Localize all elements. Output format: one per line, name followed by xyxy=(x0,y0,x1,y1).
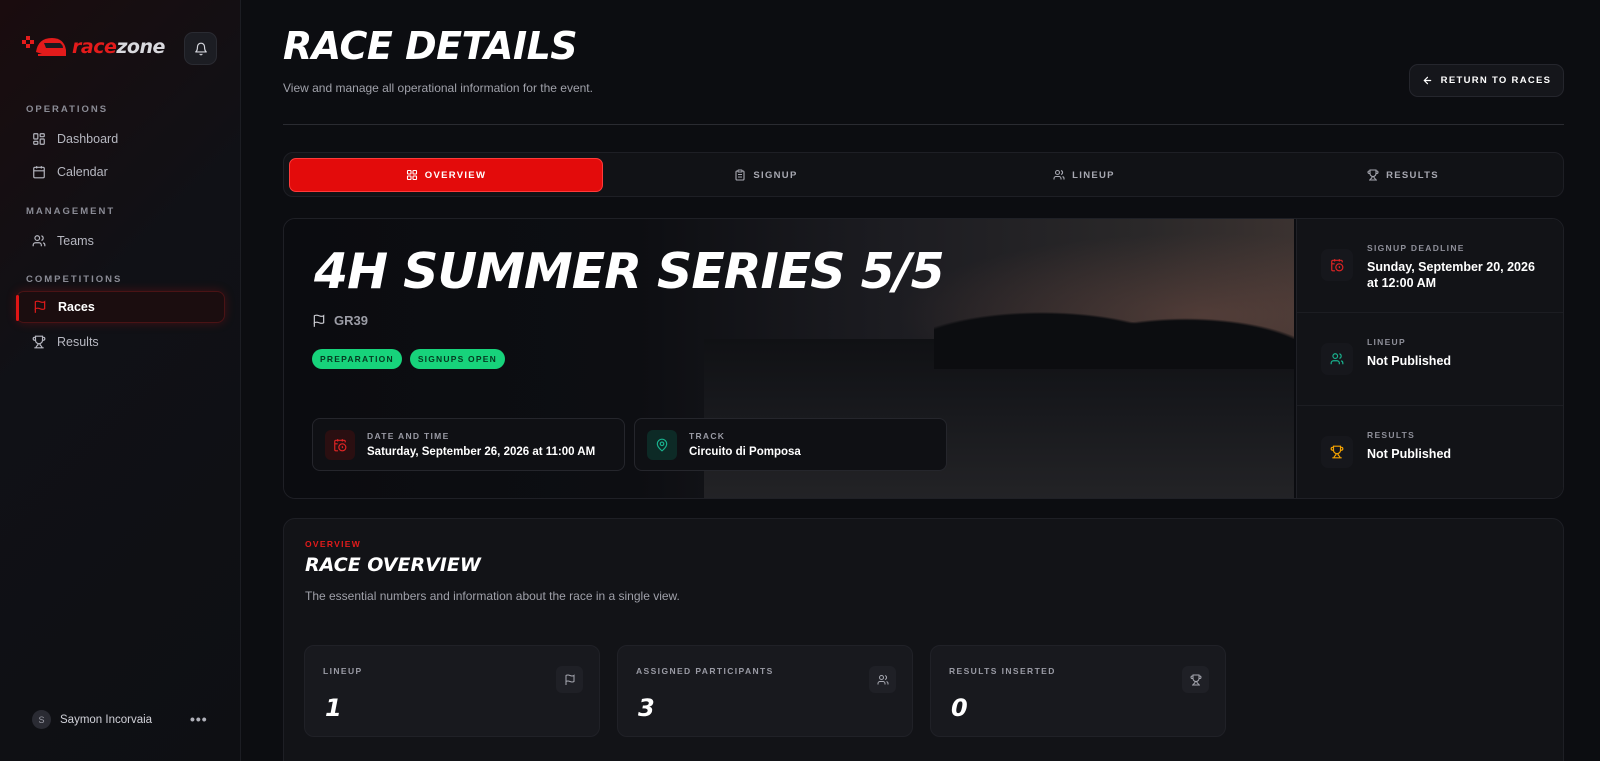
users-icon xyxy=(1321,343,1353,375)
race-title: 4H SUMMER SERIES 5/5 xyxy=(314,243,945,300)
notifications-button[interactable] xyxy=(184,32,217,65)
bell-icon xyxy=(194,42,207,55)
calendar-icon xyxy=(33,166,45,179)
sidebar-item-label: Dashboard xyxy=(57,132,119,146)
lineup-status-label: LINEUP xyxy=(1367,337,1406,347)
page-title: RACE DETAILS xyxy=(283,24,578,68)
users-icon xyxy=(32,235,46,247)
user-profile[interactable]: S Saymon Incorvaia xyxy=(32,710,152,729)
stat-label: LINEUP xyxy=(323,666,363,676)
trophy-icon xyxy=(1321,436,1353,468)
car-class-label: GR39 xyxy=(334,313,368,328)
flag-icon xyxy=(313,313,325,327)
sidebar-item-results[interactable]: Results xyxy=(16,326,225,358)
race-hero-card: 4H SUMMER SERIES 5/5 GR39 PREPARATION SI… xyxy=(283,218,1564,499)
user-menu-button[interactable]: ••• xyxy=(190,711,208,727)
results-status-label: RESULTS xyxy=(1367,430,1416,440)
sidebar-item-label: Races xyxy=(58,300,95,314)
return-to-races-button[interactable]: RETURN TO RACES xyxy=(1409,64,1564,97)
section-label-management: MANAGEMENT xyxy=(26,206,116,217)
tab-bar: OVERVIEW SIGNUP LINEUP RESULTS xyxy=(283,152,1564,197)
stat-card-lineup: LINEUP 1 xyxy=(304,645,600,737)
avatar: S xyxy=(32,710,51,729)
race-overview-section: OVERVIEW RACE OVERVIEW The essential num… xyxy=(283,518,1564,761)
sidebar-item-dashboard[interactable]: Dashboard xyxy=(16,123,225,155)
header-divider xyxy=(283,124,1564,125)
sidebar-item-label: Teams xyxy=(57,234,94,248)
sidebar-item-races[interactable]: Races xyxy=(16,291,225,323)
tab-overview[interactable]: OVERVIEW xyxy=(289,158,603,192)
lineup-status-row: LINEUP Not Published xyxy=(1297,312,1563,405)
tab-label: OVERVIEW xyxy=(424,169,487,181)
arrow-left-icon xyxy=(1423,76,1431,85)
tab-results[interactable]: RESULTS xyxy=(1246,158,1560,192)
car-class: GR39 xyxy=(312,313,368,328)
tab-lineup[interactable]: LINEUP xyxy=(927,158,1241,192)
sidebar-item-teams[interactable]: Teams xyxy=(16,225,225,257)
stat-label: ASSIGNED PARTICIPANTS xyxy=(636,666,774,676)
stat-label: RESULTS INSERTED xyxy=(949,666,1056,676)
section-label-competitions: COMPETITIONS xyxy=(26,274,123,285)
trophy-icon xyxy=(32,335,46,349)
helmet-logo-icon xyxy=(22,36,66,56)
track-value: Circuito di Pomposa xyxy=(689,446,801,458)
tab-label: SIGNUP xyxy=(753,169,798,181)
tab-label: LINEUP xyxy=(1072,169,1115,181)
results-status-row: RESULTS Not Published xyxy=(1297,405,1563,498)
stat-value: 3 xyxy=(638,694,655,722)
status-badge-preparation: PREPARATION xyxy=(312,349,402,369)
track-card: TRACK Circuito di Pomposa xyxy=(634,418,947,471)
sidebar-item-label: Results xyxy=(57,335,99,349)
stat-card-results-inserted: RESULTS INSERTED 0 xyxy=(930,645,1226,737)
racezone-logo[interactable]: racezone xyxy=(22,33,172,61)
signup-deadline-value: Sunday, September 20, 2026 at 12:00 AM xyxy=(1367,260,1535,290)
flag-icon xyxy=(556,666,583,693)
return-label: RETURN TO RACES xyxy=(1440,75,1552,86)
section-label-operations: OPERATIONS xyxy=(26,104,109,115)
users-icon xyxy=(869,666,896,693)
section-title: RACE OVERVIEW xyxy=(305,554,481,576)
track-label: TRACK xyxy=(689,431,726,441)
main-content: RACE DETAILS View and manage all operati… xyxy=(283,0,1564,761)
date-time-card: DATE AND TIME Saturday, September 26, 20… xyxy=(312,418,625,471)
grid-icon xyxy=(406,169,417,181)
sidebar-item-calendar[interactable]: Calendar xyxy=(16,156,225,188)
status-panel: SIGNUP DEADLINE Sunday, September 20, 20… xyxy=(1296,219,1563,498)
section-description: The essential numbers and information ab… xyxy=(305,589,680,603)
stat-value: 0 xyxy=(951,694,968,722)
brand-name: racezone xyxy=(72,36,165,58)
status-badges: PREPARATION SIGNUPS OPEN xyxy=(312,349,505,369)
users-icon xyxy=(1053,169,1065,180)
user-name: Saymon Incorvaia xyxy=(60,713,153,726)
trophy-icon xyxy=(1367,169,1379,181)
tab-label: RESULTS xyxy=(1386,169,1439,181)
sidebar-item-label: Calendar xyxy=(57,165,108,179)
calendar-clock-icon xyxy=(1321,249,1353,281)
signup-deadline-label: SIGNUP DEADLINE xyxy=(1367,243,1465,253)
clipboard-icon xyxy=(735,169,745,181)
page-subtitle: View and manage all operational informat… xyxy=(283,81,593,95)
flag-icon xyxy=(34,300,46,313)
sidebar: racezone OPERATIONS Dashboard Calendar M… xyxy=(0,0,241,761)
results-status-value: Not Published xyxy=(1367,447,1452,461)
section-kicker: OVERVIEW xyxy=(305,539,362,549)
status-badge-signups-open: SIGNUPS OPEN xyxy=(409,349,505,369)
stat-card-assigned-participants: ASSIGNED PARTICIPANTS 3 xyxy=(617,645,913,737)
trophy-icon xyxy=(1182,666,1209,693)
date-time-value: Saturday, September 26, 2026 at 11:00 AM xyxy=(367,446,596,458)
tab-signup[interactable]: SIGNUP xyxy=(609,158,923,192)
map-pin-icon xyxy=(647,429,677,460)
calendar-clock-icon xyxy=(325,429,355,460)
signup-deadline-row: SIGNUP DEADLINE Sunday, September 20, 20… xyxy=(1297,219,1563,312)
grid-icon xyxy=(33,133,45,145)
lineup-status-value: Not Published xyxy=(1367,354,1452,368)
stat-value: 1 xyxy=(325,694,342,722)
date-time-label: DATE AND TIME xyxy=(367,431,450,441)
